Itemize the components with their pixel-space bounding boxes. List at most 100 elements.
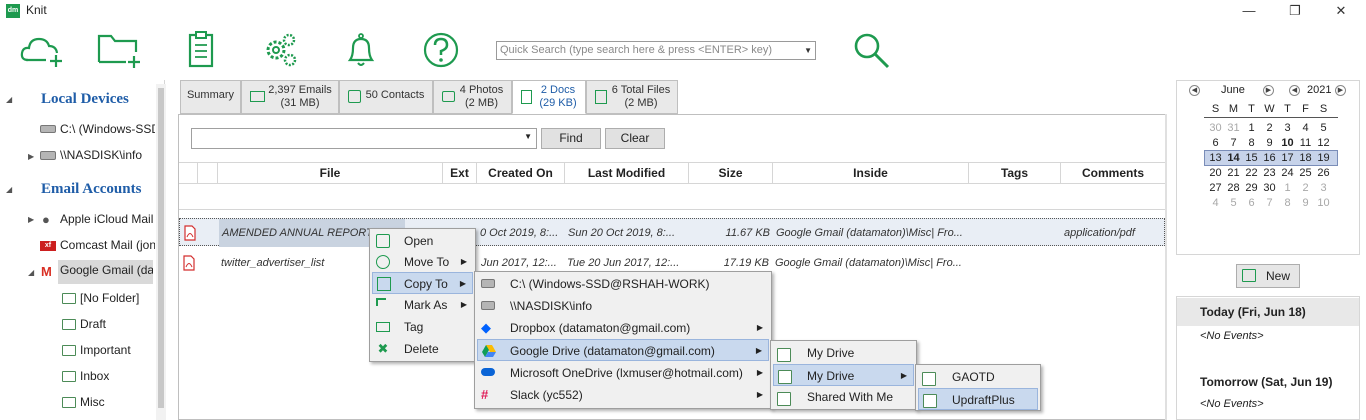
find-button[interactable]: Find xyxy=(541,128,601,149)
calendar-day[interactable]: 30 xyxy=(1208,122,1223,134)
minimize-button[interactable]: — xyxy=(1226,0,1272,24)
calendar-day[interactable]: 26 xyxy=(1316,167,1331,179)
calendar-day[interactable]: 10 xyxy=(1316,197,1331,209)
calendar-day[interactable]: 4 xyxy=(1208,197,1223,209)
calendar-day[interactable]: 28 xyxy=(1226,182,1241,194)
tree-folder-misc[interactable]: Misc xyxy=(80,395,105,409)
tree-scrollbar[interactable] xyxy=(156,84,166,420)
tree-item-gmail[interactable]: Google Gmail (datam xyxy=(58,260,153,284)
col-tags[interactable]: Tags xyxy=(969,163,1061,183)
calendar-day[interactable]: 12 xyxy=(1316,137,1331,149)
next-month-icon[interactable]: ▶ xyxy=(1263,85,1274,96)
calendar-day[interactable]: 13 xyxy=(1208,152,1223,164)
menu-item-nasdisk[interactable]: \\NASDISK\info xyxy=(477,295,769,317)
collapse-icon[interactable]: ◢ xyxy=(28,268,34,277)
grid-scrollbar[interactable] xyxy=(1165,114,1167,420)
calendar-day[interactable]: 23 xyxy=(1262,167,1277,179)
calendar-day[interactable]: 18 xyxy=(1298,152,1313,164)
tab-summary[interactable]: Summary xyxy=(180,80,241,114)
quick-search-input[interactable]: Quick Search (type search here & press <… xyxy=(496,41,816,60)
new-event-button[interactable]: New xyxy=(1236,264,1300,288)
calendar-day[interactable]: 9 xyxy=(1262,137,1277,149)
calendar-day[interactable]: 6 xyxy=(1208,137,1223,149)
menu-item-delete[interactable]: ✖ Delete xyxy=(372,338,473,360)
calendar-day[interactable]: 21 xyxy=(1226,167,1241,179)
scrollbar-thumb[interactable] xyxy=(158,88,164,408)
tree-item-local-drive[interactable]: C:\ (Windows-SSD@ xyxy=(60,122,155,136)
bell-icon[interactable] xyxy=(338,30,384,70)
help-icon[interactable] xyxy=(418,30,464,70)
calendar-day[interactable]: 4 xyxy=(1298,122,1313,134)
search-icon[interactable] xyxy=(848,30,894,70)
menu-item-tag[interactable]: Tag xyxy=(372,316,473,338)
prev-year-icon[interactable]: ◀ xyxy=(1289,85,1300,96)
clipboard-icon[interactable] xyxy=(180,30,226,70)
cloud-add-icon[interactable] xyxy=(18,30,64,70)
col-inside[interactable]: Inside xyxy=(773,163,969,183)
filter-combo[interactable]: ▼ xyxy=(191,128,537,149)
tab-docs[interactable]: 2 Docs (29 KB) xyxy=(512,80,586,114)
tree-folder-important[interactable]: Important xyxy=(80,343,131,357)
calendar-day[interactable]: 5 xyxy=(1226,197,1241,209)
calendar-day[interactable]: 20 xyxy=(1208,167,1223,179)
menu-item-slack[interactable]: # Slack (yc552) ▶ xyxy=(477,384,769,406)
local-devices-heading[interactable]: Local Devices xyxy=(41,91,129,108)
calendar-day[interactable]: 5 xyxy=(1316,122,1331,134)
col-size[interactable]: Size xyxy=(689,163,773,183)
calendar-day[interactable]: 11 xyxy=(1298,137,1313,149)
calendar-day[interactable]: 8 xyxy=(1244,137,1259,149)
close-button[interactable]: ✕ xyxy=(1318,0,1364,24)
menu-item-gaotd[interactable]: GAOTD xyxy=(918,366,1038,388)
calendar-day[interactable]: 8 xyxy=(1280,197,1295,209)
tree-item-comcast[interactable]: Comcast Mail (jonat xyxy=(60,238,155,252)
col-created[interactable]: Created On xyxy=(477,163,565,183)
calendar-day[interactable]: 17 xyxy=(1280,152,1295,164)
prev-month-icon[interactable]: ◀ xyxy=(1189,85,1200,96)
calendar-day[interactable]: 19 xyxy=(1316,152,1331,164)
tree-folder-no-folder[interactable]: [No Folder] xyxy=(80,291,139,305)
col-check[interactable] xyxy=(179,163,198,183)
menu-item-my-drive[interactable]: My Drive ▶ xyxy=(773,364,914,386)
menu-item-mark-as[interactable]: Mark As ▶ xyxy=(372,294,473,316)
collapse-icon[interactable]: ◢ xyxy=(6,95,12,104)
tree-folder-inbox[interactable]: Inbox xyxy=(80,369,109,383)
tab-contacts[interactable]: 50 Contacts xyxy=(339,80,433,114)
restore-button[interactable]: ❐ xyxy=(1272,0,1318,24)
calendar-day[interactable]: 31 xyxy=(1226,122,1241,134)
menu-item-copy-to[interactable]: Copy To ▶ xyxy=(372,272,473,294)
menu-item-move-to[interactable]: Move To ▶ xyxy=(372,251,473,273)
col-modified[interactable]: Last Modified xyxy=(565,163,689,183)
expand-icon[interactable]: ▶ xyxy=(28,215,34,224)
calendar-day[interactable]: 9 xyxy=(1298,197,1313,209)
table-row[interactable]: AMENDED ANNUAL REPORT 0 Oct 2019, 8:... … xyxy=(179,218,1165,247)
menu-item-dropbox[interactable]: ◆ Dropbox (datamaton@gmail.com) ▶ xyxy=(477,317,769,339)
menu-item-open[interactable]: Open xyxy=(372,230,473,252)
menu-item-updraftplus[interactable]: UpdraftPlus xyxy=(918,388,1038,410)
calendar-day[interactable]: 30 xyxy=(1262,182,1277,194)
calendar-day[interactable]: 7 xyxy=(1226,137,1241,149)
grid-filter-row[interactable] xyxy=(179,184,1165,210)
calendar-day[interactable]: 14 xyxy=(1226,152,1241,164)
calendar-day[interactable]: 10 xyxy=(1280,137,1295,149)
calendar-day[interactable]: 25 xyxy=(1298,167,1313,179)
next-year-icon[interactable]: ▶ xyxy=(1335,85,1346,96)
tree-item-nasdisk[interactable]: \\NASDISK\info xyxy=(60,148,155,162)
collapse-icon[interactable]: ◢ xyxy=(6,185,12,194)
calendar-day[interactable]: 1 xyxy=(1280,182,1295,194)
menu-item-local-drive[interactable]: C:\ (Windows-SSD@RSHAH-WORK) xyxy=(477,273,769,295)
calendar-day[interactable]: 22 xyxy=(1244,167,1259,179)
calendar-day[interactable]: 24 xyxy=(1280,167,1295,179)
calendar-day[interactable]: 2 xyxy=(1298,182,1313,194)
tab-emails[interactable]: 2,397 Emails (31 MB) xyxy=(241,80,339,114)
col-icon[interactable] xyxy=(198,163,218,183)
col-ext[interactable]: Ext xyxy=(443,163,477,183)
email-accounts-heading[interactable]: Email Accounts xyxy=(41,181,141,198)
menu-item-google-drive[interactable]: Google Drive (datamaton@gmail.com) ▶ xyxy=(477,339,769,361)
calendar-day[interactable]: 15 xyxy=(1244,152,1259,164)
tree-folder-draft[interactable]: Draft xyxy=(80,317,106,331)
calendar-day[interactable]: 7 xyxy=(1262,197,1277,209)
chevron-down-icon[interactable]: ▼ xyxy=(804,42,812,59)
col-file[interactable]: File xyxy=(218,163,443,183)
calendar-day[interactable]: 16 xyxy=(1262,152,1277,164)
calendar-day[interactable]: 27 xyxy=(1208,182,1223,194)
